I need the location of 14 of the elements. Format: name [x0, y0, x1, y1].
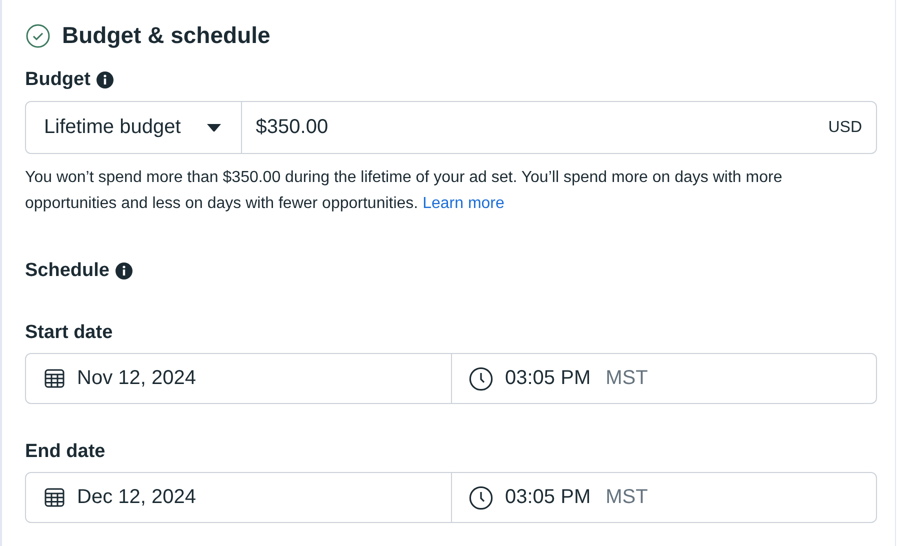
- budget-type-dropdown[interactable]: Lifetime budget: [26, 102, 242, 153]
- schedule-label: Schedule: [25, 260, 110, 282]
- caret-icon: [206, 124, 221, 132]
- info-icon[interactable]: [96, 71, 114, 89]
- date-label: End date: [25, 441, 106, 463]
- budget-label: Budget: [25, 69, 90, 91]
- section-title: Budget & schedule: [62, 22, 270, 49]
- info-icon[interactable]: [115, 262, 134, 280]
- amount-input[interactable]: $350.00 USD: [242, 102, 876, 153]
- currency-label: USD: [828, 118, 862, 136]
- learn-more-link[interactable]: Learn more: [422, 194, 504, 212]
- date-label: Start date: [25, 322, 113, 344]
- budget-description: You won’t spend more than $350.00 during the lifetime of your ad set. You’ll spend more on days with more opportunities and less on days with fewer opportunities. Learn more: [25, 168, 784, 214]
- check-circle-icon: [26, 24, 50, 48]
